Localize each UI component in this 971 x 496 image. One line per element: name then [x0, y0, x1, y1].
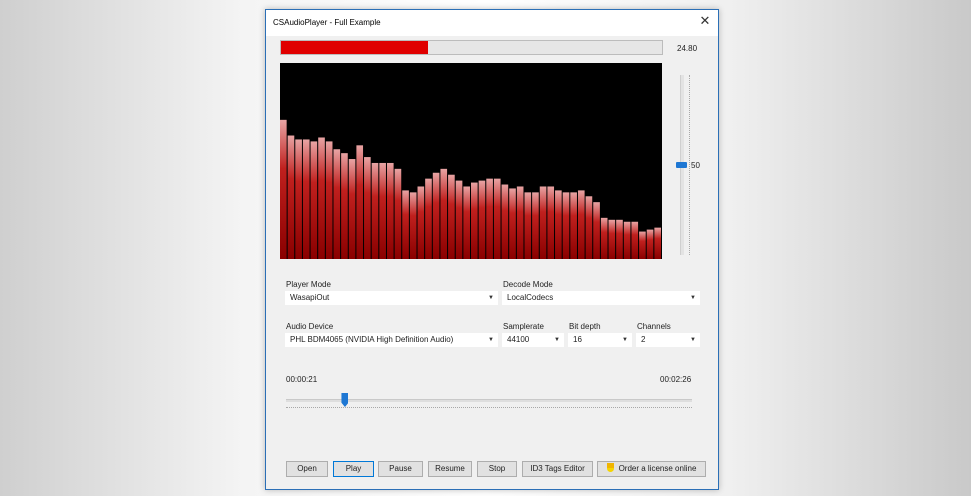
- spectrum-bar: [608, 219, 616, 259]
- spectrum-bar: [547, 186, 555, 259]
- channels-label: Channels: [637, 322, 671, 331]
- medal-icon: [606, 463, 614, 472]
- channels-value: 2: [641, 335, 646, 344]
- bit-depth-select[interactable]: 16 ▼: [568, 333, 632, 347]
- spectrum-bar: [509, 188, 516, 259]
- seek-slider-ticks: [286, 407, 692, 410]
- volume-slider-ticks: [687, 75, 690, 255]
- spectrum-bar: [524, 192, 532, 259]
- spectrum-bar: [371, 162, 379, 259]
- spectrum-bar: [440, 168, 448, 259]
- chevron-down-icon: ▼: [690, 337, 696, 343]
- spectrum-bar: [539, 186, 547, 259]
- spectrum-analyzer: [280, 63, 662, 259]
- samplerate-select[interactable]: 44100 ▼: [502, 333, 564, 347]
- spectrum-bar: [348, 159, 356, 259]
- playback-level-bar: [280, 40, 663, 55]
- spectrum-bar: [325, 141, 333, 259]
- window-title: CSAudioPlayer - Full Example: [273, 18, 381, 27]
- decode-mode-value: LocalCodecs: [507, 293, 554, 302]
- spectrum-bar: [501, 184, 509, 259]
- spectrum-bar: [287, 135, 295, 259]
- spectrum-bar: [448, 174, 455, 259]
- spectrum-bar: [616, 219, 623, 259]
- spectrum-bar: [471, 182, 478, 259]
- spectrum-bar: [455, 180, 463, 259]
- spectrum-bar: [402, 190, 409, 259]
- spectrum-bar: [555, 190, 562, 259]
- spectrum-bar: [318, 137, 325, 259]
- decode-mode-label: Decode Mode: [503, 280, 553, 289]
- volume-value: 50: [691, 161, 700, 170]
- player-mode-label: Player Mode: [286, 280, 331, 289]
- audio-device-label: Audio Device: [286, 322, 334, 331]
- chevron-down-icon: ▼: [690, 295, 696, 301]
- chevron-down-icon: ▼: [554, 337, 560, 343]
- channels-select[interactable]: 2 ▼: [636, 333, 700, 347]
- spectrum-bar: [646, 229, 654, 259]
- spectrum-bar: [333, 149, 341, 259]
- volume-slider-thumb[interactable]: [676, 162, 687, 168]
- spectrum-bar: [417, 186, 425, 259]
- spectrum-bar: [463, 186, 470, 259]
- spectrum-bar: [516, 186, 524, 259]
- spectrum-bar: [432, 172, 440, 259]
- player-mode-select[interactable]: WasapiOut ▼: [285, 291, 498, 305]
- decode-mode-select[interactable]: LocalCodecs ▼: [502, 291, 700, 305]
- spectrum-bar: [425, 178, 432, 259]
- spectrum-bar: [295, 139, 302, 259]
- spectrum-bar: [639, 231, 646, 259]
- spectrum-bar: [493, 178, 501, 259]
- samplerate-value: 44100: [507, 335, 530, 344]
- spectrum-bar: [409, 192, 417, 259]
- level-bar-fill: [281, 41, 428, 54]
- title-bar: CSAudioPlayer - Full Example ✕: [266, 10, 718, 36]
- spectrum-bar: [532, 192, 539, 259]
- spectrum-bar: [310, 141, 318, 259]
- spectrum-bar: [379, 162, 386, 259]
- spectrum-bar: [356, 145, 364, 259]
- bit-depth-value: 16: [573, 335, 582, 344]
- spectrum-bar: [486, 178, 493, 259]
- close-icon[interactable]: ✕: [698, 14, 712, 28]
- spectrum-bar: [341, 153, 348, 259]
- player-mode-value: WasapiOut: [290, 293, 330, 302]
- level-readout: 24.80: [677, 44, 698, 53]
- samplerate-label: Samplerate: [503, 322, 544, 331]
- chevron-down-icon: ▼: [622, 337, 628, 343]
- spectrum-bar: [302, 139, 310, 259]
- spectrum-bar: [478, 180, 486, 259]
- spectrum-bar: [364, 157, 371, 259]
- audio-device-value: PHL BDM4065 (NVIDIA High Definition Audi…: [290, 335, 454, 344]
- spectrum-bar: [593, 202, 600, 259]
- spectrum-bar: [394, 168, 402, 259]
- spectrum-bar: [654, 227, 661, 259]
- spectrum-bar: [585, 196, 593, 259]
- spectrum-bar: [631, 221, 639, 259]
- audio-device-select[interactable]: PHL BDM4065 (NVIDIA High Definition Audi…: [285, 333, 498, 347]
- app-window: CSAudioPlayer - Full Example ✕ 24.80 50 …: [265, 9, 719, 490]
- play-button[interactable]: Play: [333, 461, 374, 477]
- resume-button[interactable]: Resume: [428, 461, 472, 477]
- order-license-button[interactable]: Order a license online: [597, 461, 706, 477]
- spectrum-bar: [386, 162, 394, 259]
- spectrum-bar: [600, 217, 608, 259]
- bit-depth-label: Bit depth: [569, 322, 601, 331]
- chevron-down-icon: ▼: [488, 337, 494, 343]
- spectrum-bar: [562, 192, 570, 259]
- id3-tags-editor-button[interactable]: ID3 Tags Editor: [522, 461, 593, 477]
- elapsed-time: 00:00:21: [286, 375, 318, 384]
- open-button[interactable]: Open: [286, 461, 328, 477]
- spectrum-bar: [623, 221, 631, 259]
- spectrum-bar: [570, 192, 577, 259]
- seek-slider-thumb[interactable]: [341, 393, 349, 407]
- order-license-label: Order a license online: [618, 464, 697, 473]
- total-time: 00:02:26: [660, 375, 692, 384]
- spectrum-bar: [280, 119, 287, 259]
- chevron-down-icon: ▼: [488, 295, 494, 301]
- spectrum-bar: [577, 190, 585, 259]
- pause-button[interactable]: Pause: [378, 461, 423, 477]
- stop-button[interactable]: Stop: [477, 461, 517, 477]
